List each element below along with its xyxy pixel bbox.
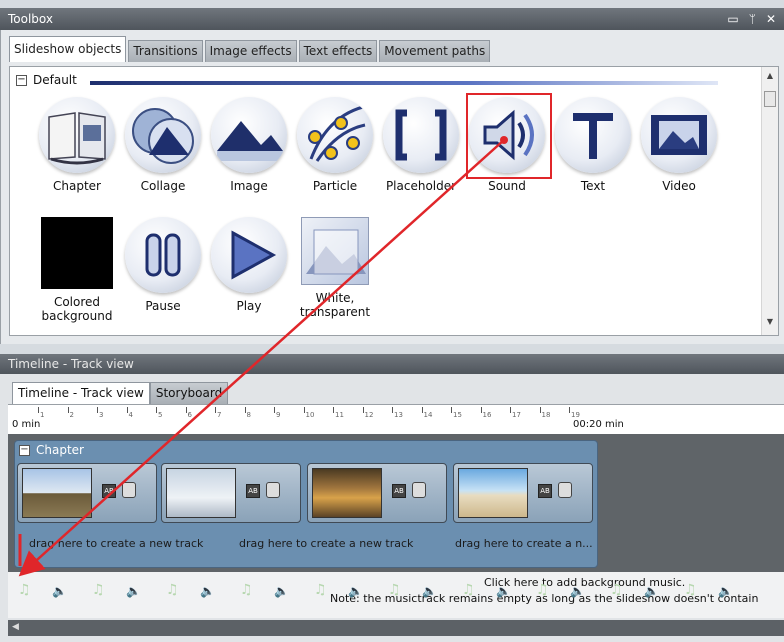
drag-arrow-origin	[500, 136, 508, 144]
drag-arrow-overlay	[18, 136, 508, 577]
drag-arrow	[18, 139, 505, 577]
app-window: Toolbox ▭ ᛘ ✕ Slideshow objects Transiti…	[0, 0, 784, 642]
